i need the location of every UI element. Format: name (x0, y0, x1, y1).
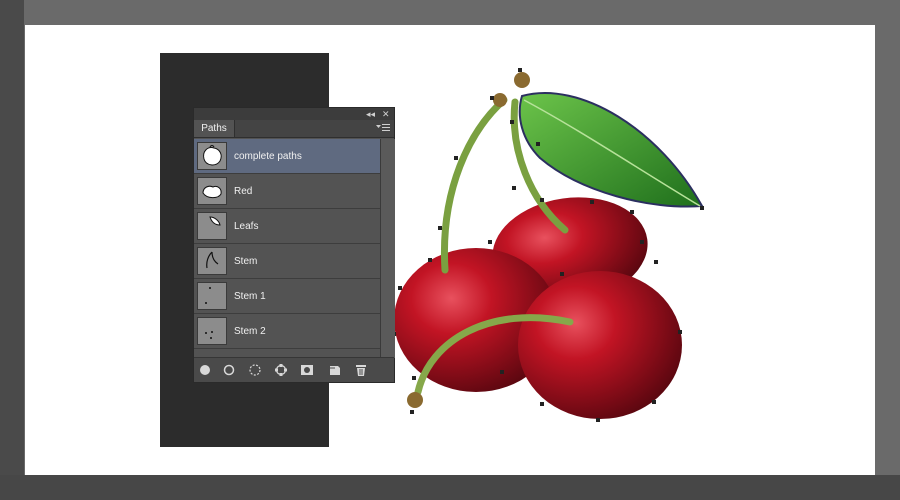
leaf-path-thumb-icon (197, 212, 227, 240)
panel-scrollbar[interactable] (380, 139, 395, 358)
panel-menu-icon[interactable] (376, 123, 390, 133)
path-row-stem[interactable]: Stem (194, 244, 380, 279)
load-selection-icon[interactable] (248, 363, 262, 377)
cherry-image (392, 68, 704, 422)
new-path-icon[interactable] (328, 363, 342, 377)
bottom-workspace-band (0, 475, 900, 500)
panel-footer-toolbar (194, 357, 394, 382)
path-label: Stem 2 (234, 326, 266, 337)
stem-path-thumb-icon (197, 247, 227, 275)
stem2-path-thumb-icon (197, 317, 227, 345)
collapse-icon[interactable]: ◂◂ (366, 108, 375, 120)
path-label: complete paths (234, 151, 302, 162)
panel-titlebar[interactable]: ◂◂ ✕ (194, 108, 394, 120)
path-row-red[interactable]: Red (194, 174, 380, 209)
path-label: Stem (234, 256, 258, 267)
left-workspace-band (0, 0, 24, 500)
delete-path-icon[interactable] (354, 363, 368, 377)
fill-path-icon[interactable] (198, 363, 212, 377)
path-row-complete[interactable]: complete paths (194, 139, 380, 174)
stroke-path-icon[interactable] (222, 363, 236, 377)
close-icon[interactable]: ✕ (382, 108, 390, 120)
red-path-thumb-icon (197, 177, 227, 205)
path-label: Red (234, 186, 253, 197)
path-row-stem-1[interactable]: Stem 1 (194, 279, 380, 314)
paths-panel: ◂◂ ✕ Paths complete paths Red Leafs Stem… (193, 107, 395, 383)
tab-paths[interactable]: Paths (194, 120, 235, 137)
make-work-path-icon[interactable] (274, 363, 288, 377)
complete-path-thumb-icon (197, 142, 227, 170)
path-label: Leafs (234, 221, 259, 232)
add-mask-icon[interactable] (300, 363, 314, 377)
stem1-path-thumb-icon (197, 282, 227, 310)
path-label: Stem 1 (234, 291, 266, 302)
paths-list: complete paths Red Leafs Stem Stem 1 Ste… (194, 139, 380, 349)
panel-tab-row: Paths (194, 120, 394, 138)
path-row-leafs[interactable]: Leafs (194, 209, 380, 244)
path-row-stem-2[interactable]: Stem 2 (194, 314, 380, 349)
